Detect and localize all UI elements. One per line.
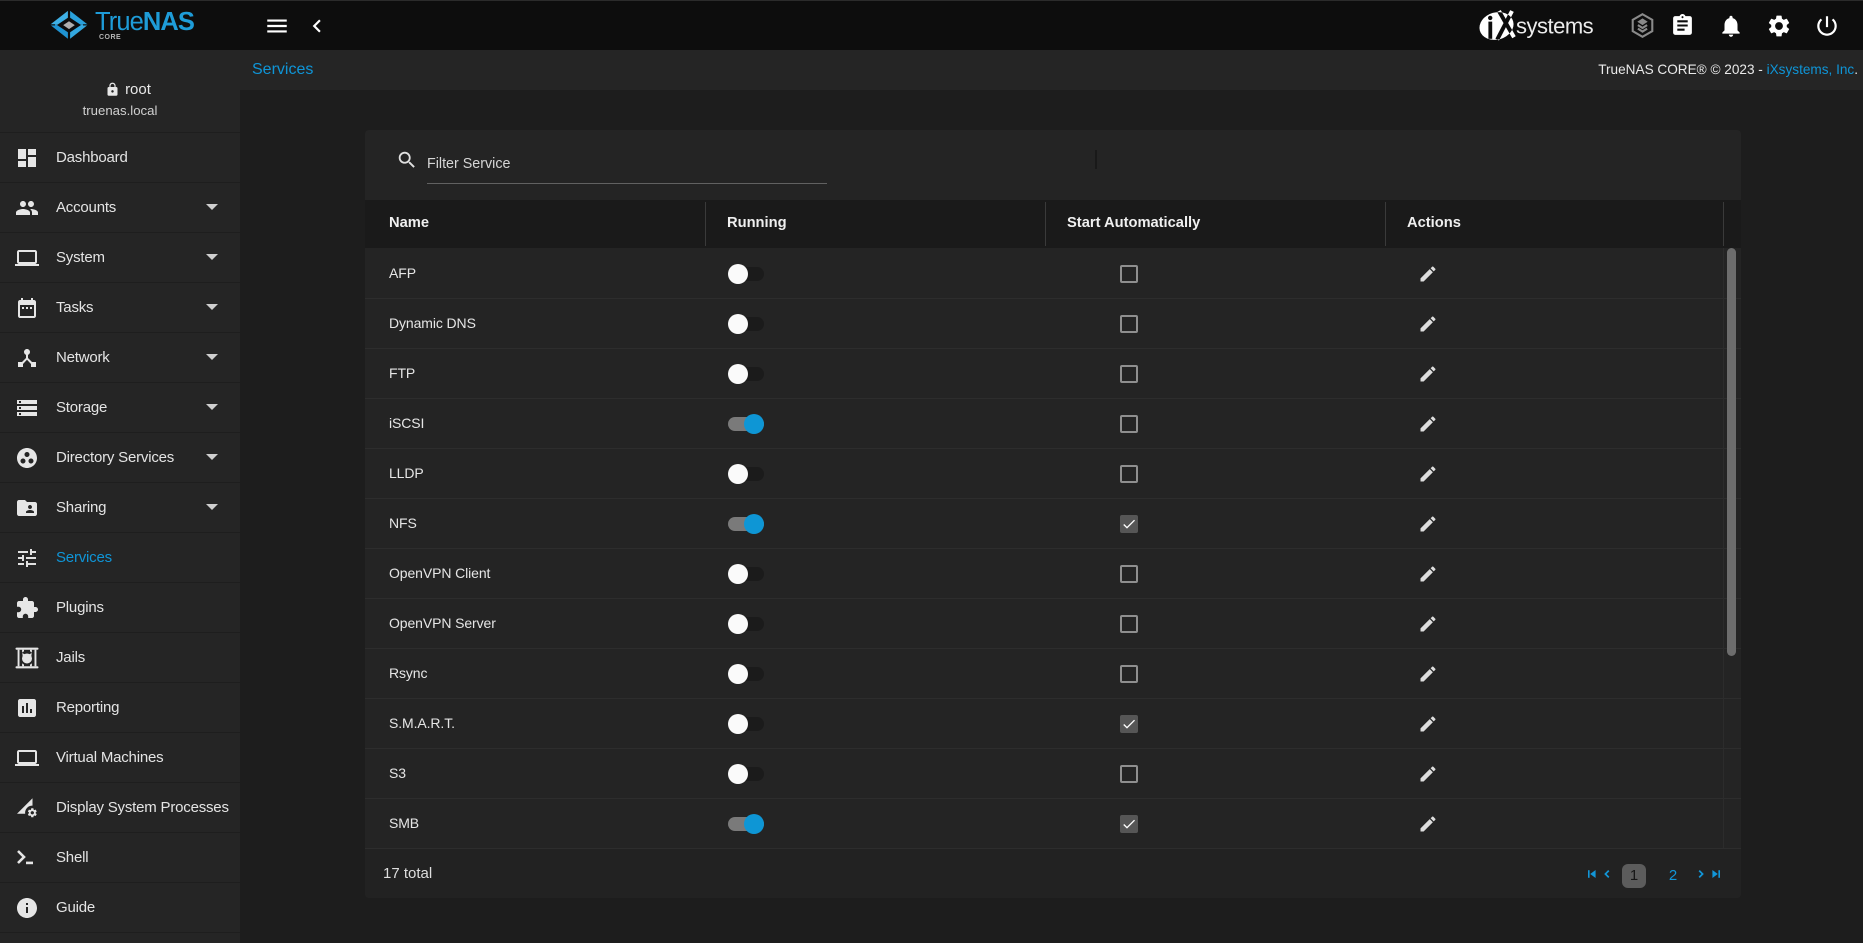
svg-text:systems: systems	[1516, 14, 1594, 39]
